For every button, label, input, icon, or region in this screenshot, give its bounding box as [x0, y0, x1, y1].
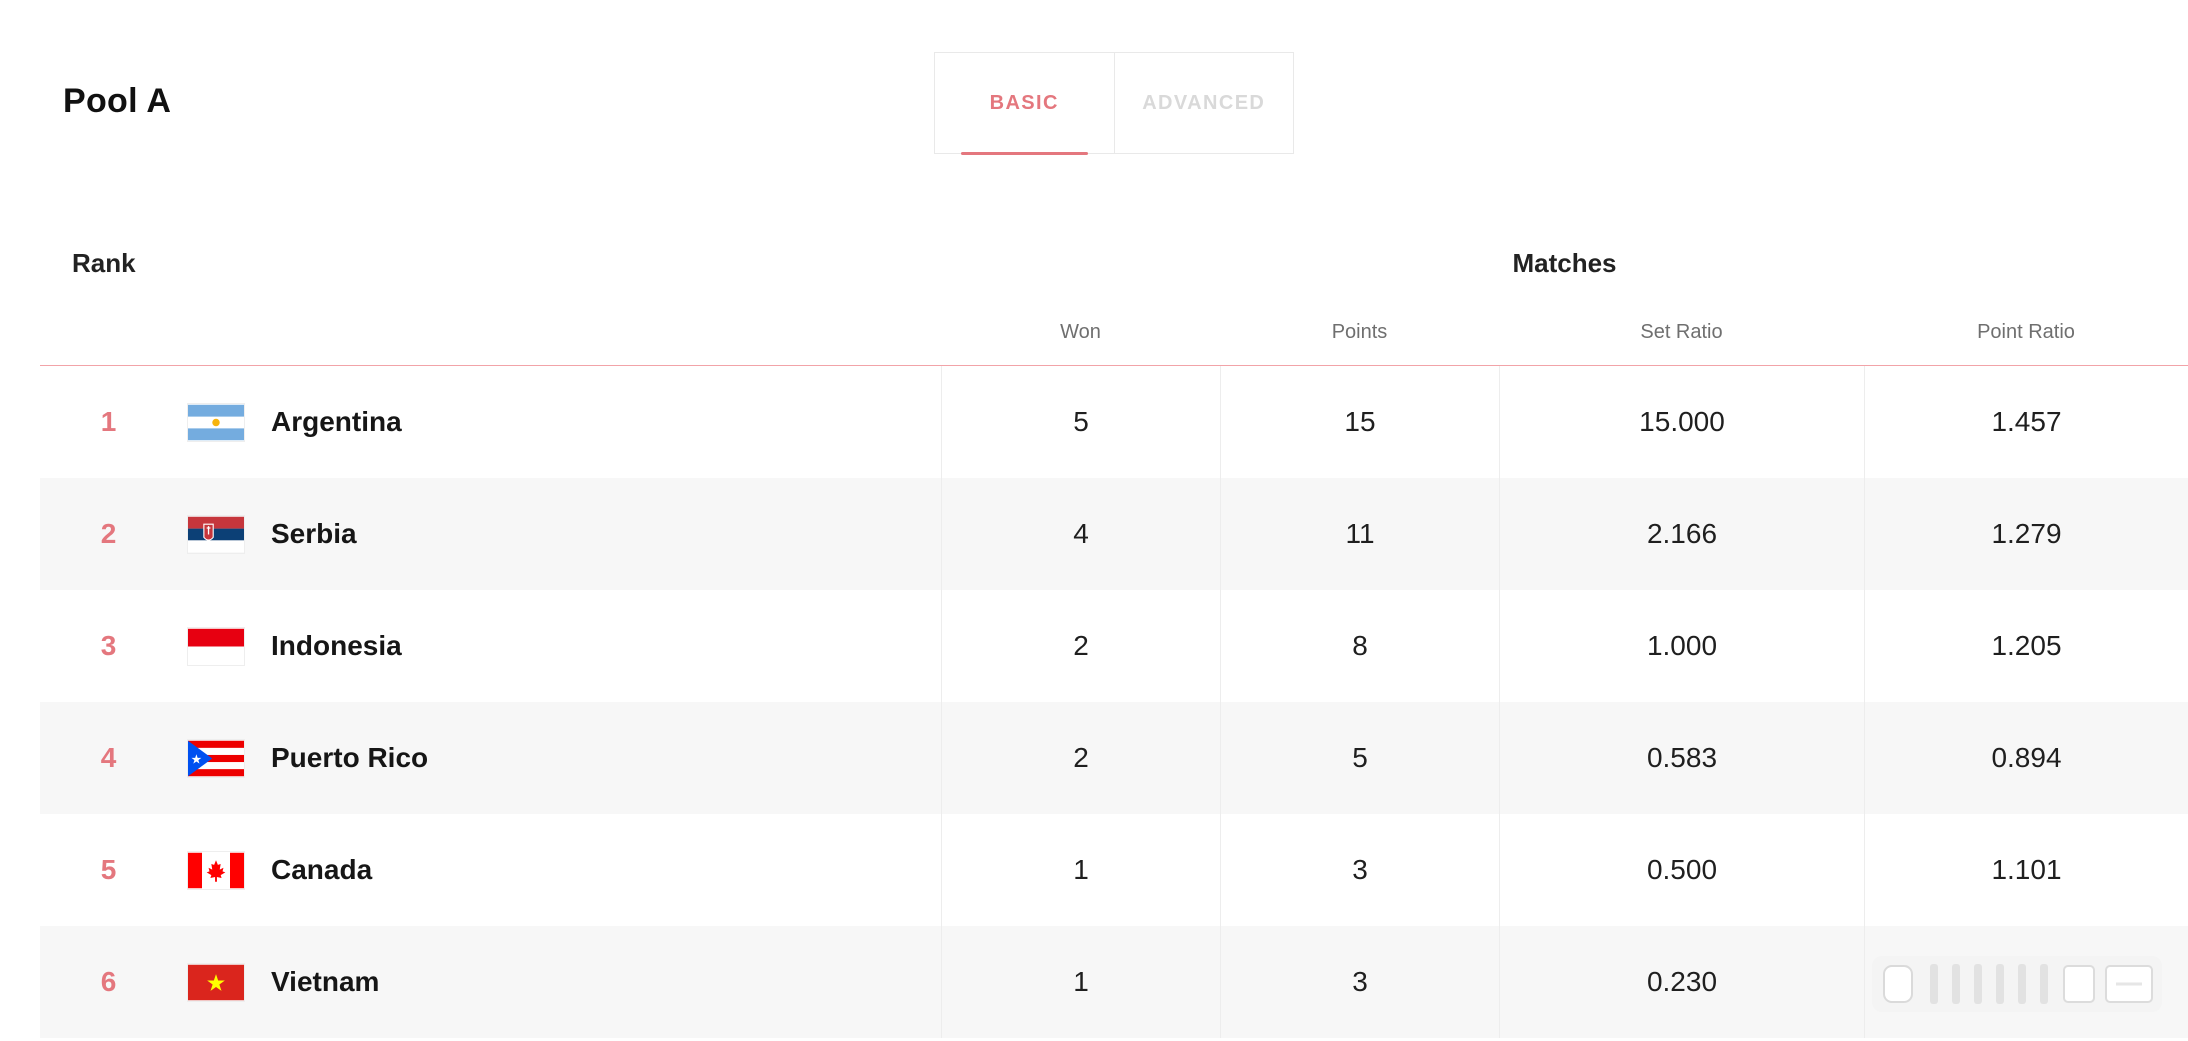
won-column-header: Won [1060, 321, 1101, 343]
rank-column-header: Rank [72, 248, 136, 278]
serbia-flag-icon [188, 516, 244, 552]
points-cell: 3 [1220, 926, 1499, 1038]
team-name[interactable]: Argentina [271, 406, 402, 438]
rank-number: 3 [100, 630, 117, 661]
puerto-rico-flag-icon [188, 740, 244, 776]
point-ratio-cell: 0.894 [1864, 702, 2188, 814]
set-ratio-cell: 1.000 [1499, 590, 1864, 702]
team-name[interactable]: Indonesia [271, 630, 402, 662]
won-cell: 2 [941, 702, 1220, 814]
table-row[interactable]: 6 Vietnam 1 3 0.230 [40, 926, 2188, 1038]
points-column-header: Points [1331, 321, 1388, 343]
table-row[interactable]: 1 Argentina 5 15 15.000 1.457 [40, 366, 2188, 478]
standings-page: Pool A BASIC ADVANCED Rank Matches Won P… [0, 0, 2188, 1041]
won-cell: 1 [941, 926, 1220, 1038]
team-cell: 4 Puerto Rico [40, 702, 941, 814]
table-row[interactable]: 5 Canada 1 3 0.500 1.101 [40, 814, 2188, 926]
point-ratio-cell: 1.457 [1864, 366, 2188, 478]
won-cell: 2 [941, 590, 1220, 702]
set-ratio-column-header: Set Ratio [1640, 321, 1723, 343]
rank-number: 2 [100, 518, 117, 549]
table-row[interactable]: 4 Puerto Rico 2 5 0.583 0.894 [40, 702, 2188, 814]
matches-group-header: Matches [1512, 248, 1617, 278]
argentina-flag-icon [188, 404, 244, 440]
team-name[interactable]: Vietnam [271, 966, 379, 998]
standings-table: Rank Matches Won Points Set Ratio Point … [40, 230, 2188, 1038]
points-cell: 3 [1220, 814, 1499, 926]
won-cell: 4 [941, 478, 1220, 590]
team-cell: 1 Argentina [40, 366, 941, 478]
canada-flag-icon [188, 852, 244, 888]
team-name[interactable]: Puerto Rico [271, 742, 428, 774]
team-column-header [40, 300, 941, 365]
table-column-headers: Won Points Set Ratio Point Ratio [40, 300, 2188, 366]
tab-advanced[interactable]: ADVANCED [1113, 53, 1294, 153]
table-row[interactable]: 3 Indonesia 2 8 1.000 1.205 [40, 590, 2188, 702]
stats-tabs: BASIC ADVANCED [934, 52, 1294, 155]
points-cell: 11 [1220, 478, 1499, 590]
rank-number: 6 [100, 966, 117, 997]
point-ratio-cell: 1.279 [1864, 478, 2188, 590]
won-cell: 1 [941, 814, 1220, 926]
set-ratio-cell: 15.000 [1499, 366, 1864, 478]
team-cell: 5 Canada [40, 814, 941, 926]
point-ratio-column-header: Point Ratio [1977, 321, 2075, 343]
team-cell: 3 Indonesia [40, 590, 941, 702]
point-ratio-cell: 1.101 [1864, 814, 2188, 926]
points-cell: 8 [1220, 590, 1499, 702]
rank-number: 4 [100, 742, 117, 773]
team-name[interactable]: Canada [271, 854, 372, 886]
set-ratio-cell: 0.500 [1499, 814, 1864, 926]
team-cell: 2 Serbia [40, 478, 941, 590]
table-group-header: Rank Matches [40, 230, 2188, 300]
won-cell: 5 [941, 366, 1220, 478]
set-ratio-cell: 2.166 [1499, 478, 1864, 590]
rank-number: 1 [100, 406, 117, 437]
table-row[interactable]: 2 Serbia 4 11 2.166 1.279 [40, 478, 2188, 590]
rank-number: 5 [100, 854, 117, 885]
points-cell: 15 [1220, 366, 1499, 478]
horizontal-scroll-icon[interactable] [1868, 948, 2170, 1020]
pool-title: Pool A [63, 82, 172, 120]
team-cell: 6 Vietnam [40, 926, 941, 1038]
indonesia-flag-icon [188, 628, 244, 664]
vietnam-flag-icon [188, 964, 244, 1000]
tab-basic[interactable]: BASIC [935, 53, 1114, 155]
set-ratio-cell: 0.230 [1499, 926, 1864, 1038]
points-cell: 5 [1220, 702, 1499, 814]
point-ratio-cell: 1.205 [1864, 590, 2188, 702]
set-ratio-cell: 0.583 [1499, 702, 1864, 814]
team-name[interactable]: Serbia [271, 518, 357, 550]
